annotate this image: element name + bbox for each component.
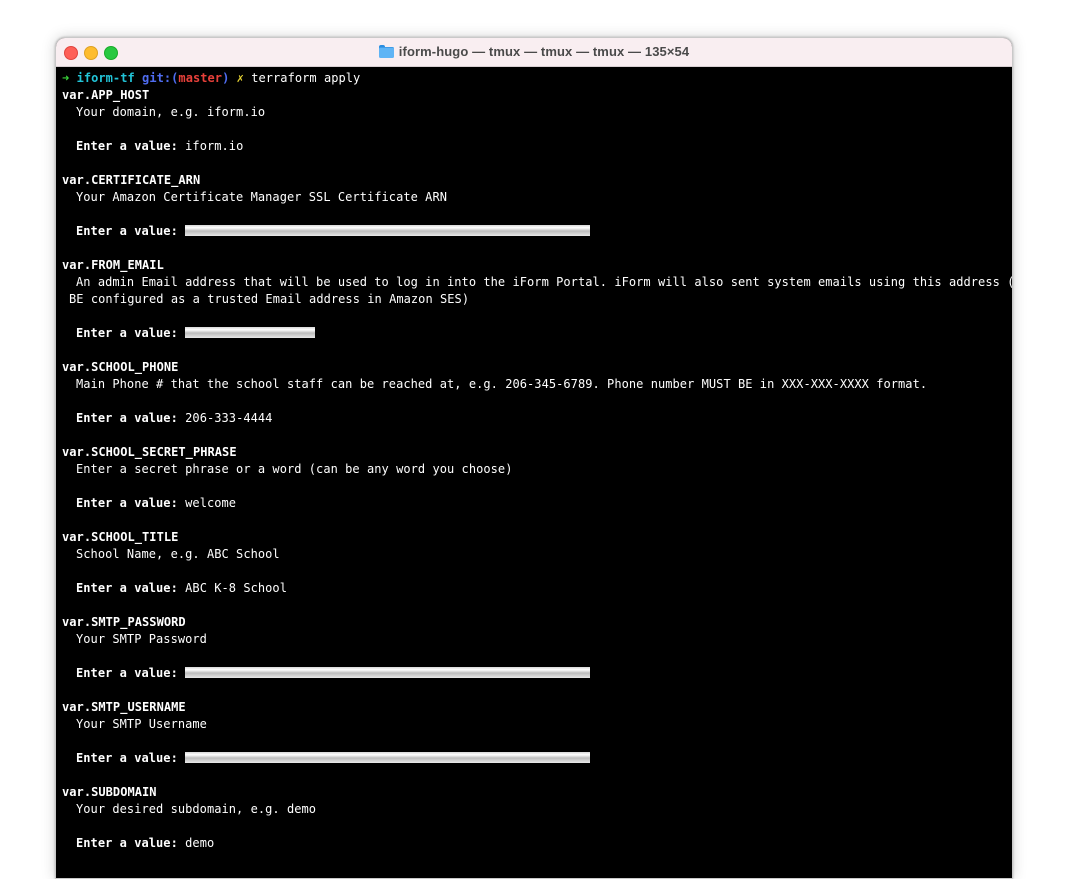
variable-description: Your SMTP Password (76, 632, 207, 646)
variable-description: An admin Email address that will be used… (76, 275, 1013, 289)
redacted-value-block (185, 225, 591, 236)
value-prompt-line: Enter a value: (62, 325, 1012, 342)
prompt-arrow-icon: ➜ (62, 71, 70, 85)
value-prompt-line: Enter a value: (62, 223, 1012, 240)
window-title: iform-hugo — tmux — tmux — tmux — 135×54 (398, 44, 690, 59)
entered-value: welcome (185, 496, 237, 510)
value-prompt-line: Enter a value: welcome (62, 495, 1012, 512)
enter-value-label: Enter a value: (76, 326, 178, 340)
variable-description: Your domain, e.g. iform.io (76, 105, 266, 119)
window-title-area: iform-hugo — tmux — tmux — tmux — 135×54 (56, 44, 1012, 59)
enter-value-label: Enter a value: (76, 411, 178, 425)
redacted-value-block (185, 752, 591, 763)
variable-name: var.SUBDOMAIN (62, 785, 157, 799)
command-prompt-line: ➜ iform-tf git:(master) ✗ terraform appl… (62, 70, 1012, 87)
enter-value-label: Enter a value: (76, 751, 178, 765)
enter-value-label: Enter a value: (76, 666, 178, 680)
variable-description: BE configured as a trusted Email address… (69, 292, 470, 306)
value-prompt-line: Enter a value: iform.io (62, 138, 1012, 155)
variable-name: var.SMTP_USERNAME (62, 700, 186, 714)
value-prompt-line: Enter a value: ABC K-8 School (62, 580, 1012, 597)
terminal-window: iform-hugo — tmux — tmux — tmux — 135×54… (55, 37, 1013, 879)
entered-value: ABC K-8 School (185, 581, 287, 595)
value-prompt-line: Enter a value: (62, 750, 1012, 767)
variable-name: var.FROM_EMAIL (62, 258, 164, 272)
enter-value-label: Enter a value: (76, 836, 178, 850)
enter-value-label: Enter a value: (76, 496, 178, 510)
terminal-output[interactable]: ➜ iform-tf git:(master) ✗ terraform appl… (62, 70, 1012, 869)
enter-value-label: Enter a value: (76, 139, 178, 153)
redacted-value-block (185, 327, 316, 338)
entered-value: demo (185, 836, 215, 850)
entered-value: iform.io (185, 139, 244, 153)
folder-icon (378, 45, 394, 58)
variable-description: Enter a secret phrase or a word (can be … (76, 462, 513, 476)
variable-name: var.APP_HOST (62, 88, 150, 102)
variable-name: var.CERTIFICATE_ARN (62, 173, 201, 187)
prompt-git-label: git:( (142, 71, 179, 85)
redacted-value-block (185, 667, 591, 678)
variable-description: Your SMTP Username (76, 717, 207, 731)
value-prompt-line: Enter a value: demo (62, 835, 1012, 852)
variable-description: Main Phone # that the school staff can b… (76, 377, 928, 391)
enter-value-label: Enter a value: (76, 581, 178, 595)
title-bar[interactable]: iform-hugo — tmux — tmux — tmux — 135×54 (56, 38, 1012, 67)
prompt-dirty-icon: ✗ (236, 71, 244, 85)
variable-description: School Name, e.g. ABC School (76, 547, 280, 561)
variable-name: var.SCHOOL_TITLE (62, 530, 179, 544)
value-prompt-line: Enter a value: (62, 665, 1012, 682)
prompt-git-close: ) (222, 71, 230, 85)
prompt-branch: master (178, 71, 223, 85)
entered-value: 206-333-4444 (185, 411, 273, 425)
variable-name: var.SMTP_PASSWORD (62, 615, 186, 629)
variable-name: var.SCHOOL_PHONE (62, 360, 179, 374)
variable-description: Your desired subdomain, e.g. demo (76, 802, 317, 816)
prompt-directory: iform-tf (76, 71, 135, 85)
variable-name: var.SCHOOL_SECRET_PHRASE (62, 445, 237, 459)
prompt-command: terraform apply (251, 71, 361, 85)
enter-value-label: Enter a value: (76, 224, 178, 238)
value-prompt-line: Enter a value: 206-333-4444 (62, 410, 1012, 427)
variable-description: Your Amazon Certificate Manager SSL Cert… (76, 190, 448, 204)
